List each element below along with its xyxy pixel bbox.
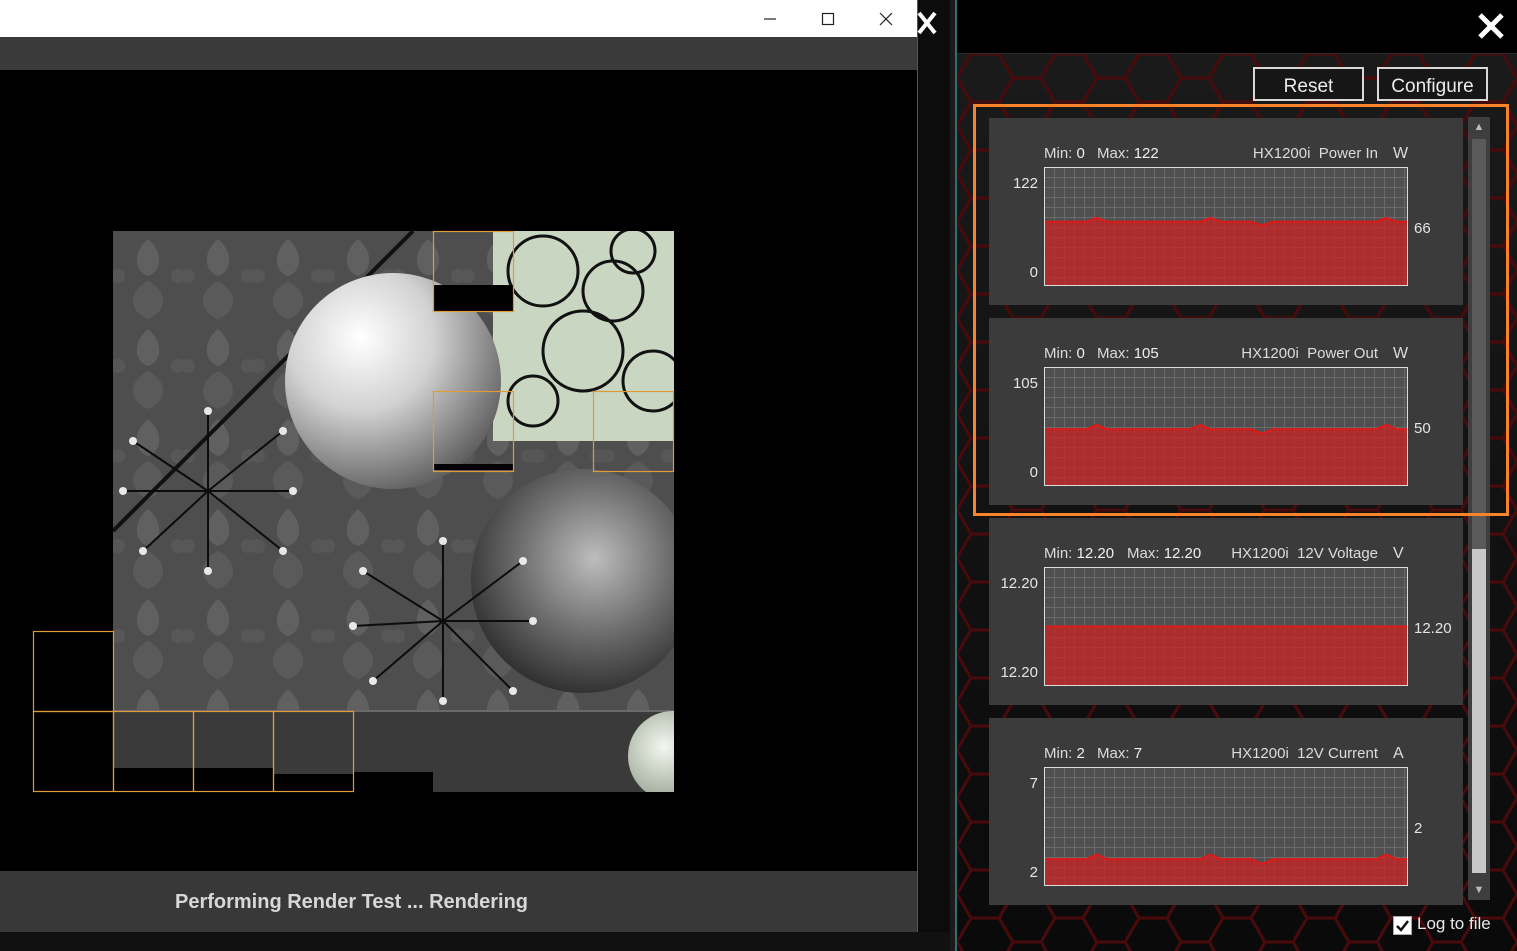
max-readout: Max: 7 — [1097, 745, 1143, 762]
render-bucket — [32, 630, 115, 713]
series-area — [1045, 626, 1407, 685]
sensor-card-12v-current: Min: 2 Max: 7 HX1200i 12V Current A 7 2 … — [989, 718, 1463, 905]
render-window: Performing Render Test ... Rendering — [0, 0, 918, 932]
card-title-row: Min: 2 Max: 7 HX1200i 12V Current A — [989, 745, 1463, 765]
minimize-icon — [764, 18, 776, 20]
background-strip — [0, 932, 950, 951]
sensor-chart — [1044, 767, 1408, 886]
render-bucket — [112, 710, 195, 793]
checkmark-icon — [1396, 920, 1409, 932]
configure-button[interactable]: Configure — [1377, 67, 1488, 101]
render-buckets — [32, 230, 675, 793]
min-readout: Min: 12.20 — [1044, 545, 1115, 562]
status-bar: Performing Render Test ... Rendering — [0, 871, 917, 932]
minimize-button[interactable] — [741, 0, 799, 37]
render-bucket — [192, 710, 275, 793]
card-title-row: Min: 12.20 Max: 12.20 HX1200i 12V Voltag… — [989, 545, 1463, 565]
min-readout: Min: 2 — [1044, 745, 1085, 762]
log-to-file-checkbox[interactable] — [1393, 916, 1412, 935]
sensor-chart — [1044, 567, 1408, 686]
scroll-thumb[interactable] — [1472, 549, 1486, 873]
maximize-icon — [821, 12, 835, 26]
background-close-icon — [917, 11, 937, 35]
reset-button[interactable]: Reset — [1253, 67, 1364, 101]
unit-label: V — [1393, 545, 1404, 562]
log-to-file-label: Log to file — [1417, 914, 1491, 933]
maximize-button[interactable] — [799, 0, 857, 37]
power-monitor-panel: Reset Configure Min: 0 Max: 122 HX1200i … — [957, 0, 1517, 951]
toolbar-strip — [0, 37, 917, 70]
current-value: 2 — [1414, 820, 1423, 837]
status-text: Performing Render Test ... Rendering — [174, 891, 529, 913]
close-panel-icon[interactable] — [1477, 12, 1505, 40]
unit-label: A — [1393, 745, 1404, 762]
render-viewport — [0, 70, 917, 871]
render-bucket — [432, 230, 515, 313]
y-axis-max: 7 — [1029, 775, 1038, 792]
y-axis-max: 12.20 — [1000, 575, 1038, 592]
panel-header — [957, 0, 1517, 54]
sensor-label: HX1200i 12V Current — [1231, 745, 1378, 762]
close-window-button[interactable] — [857, 0, 915, 37]
scroll-down-arrow-icon[interactable]: ▼ — [1468, 880, 1490, 900]
current-value: 12.20 — [1414, 620, 1452, 637]
sensor-label: HX1200i 12V Voltage — [1231, 545, 1378, 562]
y-axis-min: 12.20 — [1000, 664, 1038, 681]
render-bucket — [32, 710, 115, 793]
render-bucket — [432, 390, 515, 473]
render-bucket — [592, 390, 675, 473]
max-readout: Max: 12.20 — [1127, 545, 1202, 562]
title-bar[interactable] — [0, 0, 917, 37]
close-icon — [879, 12, 893, 26]
render-bucket — [272, 710, 355, 793]
highlight-box — [973, 104, 1509, 516]
y-axis-min: 2 — [1029, 864, 1038, 881]
sensor-card-12v-voltage: Min: 12.20 Max: 12.20 HX1200i 12V Voltag… — [989, 518, 1463, 705]
